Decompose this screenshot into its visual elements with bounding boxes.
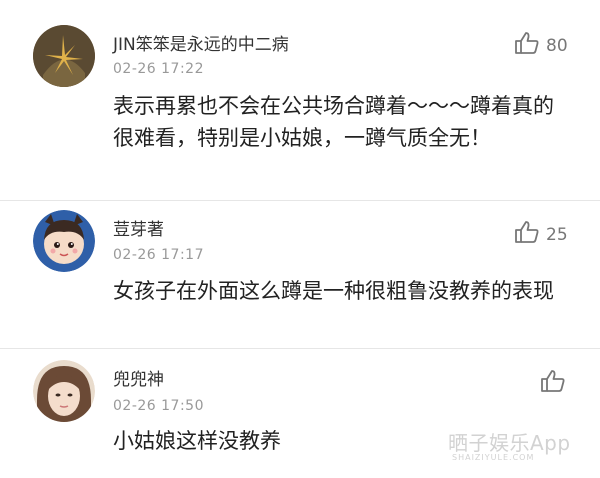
watermark-logo: 晒子娱乐App <box>448 431 571 455</box>
comment-item: 荳芽著 02-26 17:17 女孩子在外面这么蹲是一种很粗鲁没教养的表现 25 <box>0 201 600 348</box>
thumbs-up-icon <box>514 220 540 249</box>
username[interactable]: 荳芽著 <box>113 215 164 240</box>
like-count: 80 <box>546 35 568 56</box>
avatar[interactable] <box>33 360 95 422</box>
like-button[interactable] <box>540 369 572 398</box>
comment-text: 表示再累也不会在公共场合蹲着～～～蹲着真的很难看，特别是小姑娘，一蹲气质全无！ <box>113 94 554 150</box>
comment-item: JIN笨笨是永远的中二病 02-26 17:22 表示再累也不会在公共场合蹲着～… <box>0 0 600 200</box>
like-button[interactable]: 25 <box>514 220 568 249</box>
avatar[interactable] <box>33 25 95 87</box>
username[interactable]: 兜兜神 <box>113 365 164 390</box>
thumbs-up-icon <box>540 369 566 398</box>
comment-time: 02-26 17:50 <box>113 398 204 414</box>
watermark-url: SHAIZIYULE.COM <box>452 453 535 462</box>
like-count: 25 <box>546 224 568 245</box>
like-button[interactable]: 80 <box>514 31 568 60</box>
comment-text: 女孩子在外面这么蹲是一种很粗鲁没教养的表现 <box>113 279 554 303</box>
avatar[interactable] <box>33 210 95 272</box>
comment-time: 02-26 17:17 <box>113 247 204 263</box>
username[interactable]: JIN笨笨是永远的中二病 <box>113 30 289 55</box>
thumbs-up-icon <box>514 31 540 60</box>
comment-time: 02-26 17:22 <box>113 61 204 77</box>
